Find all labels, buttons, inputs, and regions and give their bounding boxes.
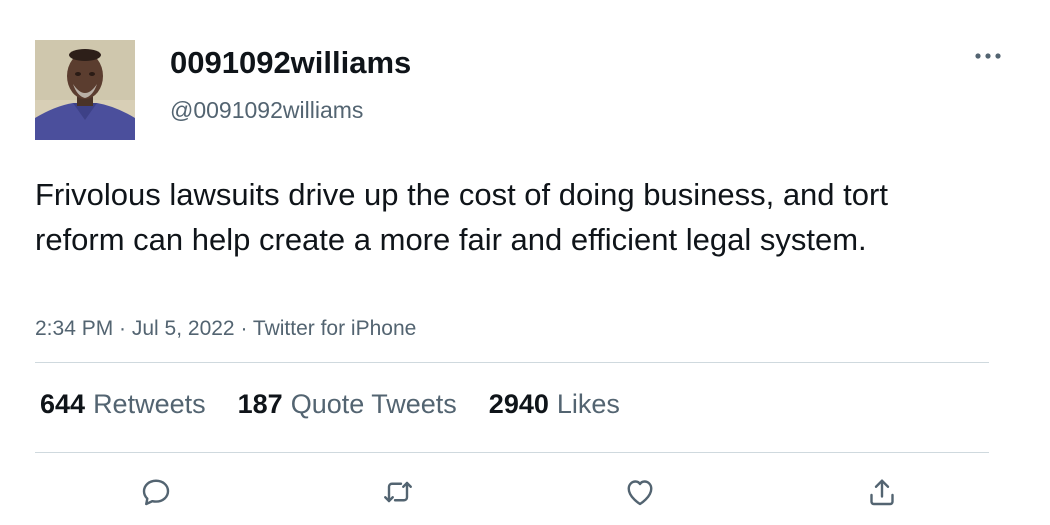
avatar[interactable] <box>35 40 135 140</box>
tweet-card: 0091092williams @0091092williams Frivolo… <box>0 0 1050 525</box>
likes-stat[interactable]: 2940 Likes <box>489 386 620 422</box>
user-handle[interactable]: @0091092williams <box>170 96 363 124</box>
heart-icon <box>627 480 653 506</box>
retweet-button[interactable] <box>376 470 420 514</box>
reply-button[interactable] <box>134 470 178 514</box>
share-icon <box>870 479 894 506</box>
retweets-count: 644 <box>40 389 86 419</box>
retweet-icon <box>384 481 412 503</box>
quote-tweets-label: Quote Tweets <box>290 389 457 419</box>
more-options-button[interactable] <box>968 42 1008 70</box>
quote-tweets-stat[interactable]: 187 Quote Tweets <box>238 386 457 422</box>
tweet-timestamp[interactable]: 2:34 PM · Jul 5, 2022 · Twitter for iPho… <box>35 315 416 343</box>
quote-tweets-count: 187 <box>237 389 283 419</box>
avatar-image <box>35 40 135 140</box>
likes-count: 2940 <box>488 389 549 419</box>
action-bar <box>0 470 1050 520</box>
share-button[interactable] <box>860 470 904 514</box>
reply-icon <box>142 479 170 506</box>
divider <box>35 362 989 363</box>
display-name[interactable]: 0091092williams <box>170 44 411 82</box>
likes-label: Likes <box>556 389 620 419</box>
retweets-stat[interactable]: 644 Retweets <box>40 386 206 422</box>
tweet-stats: 644 Retweets 187 Quote Tweets 2940 Likes <box>40 386 652 422</box>
like-button[interactable] <box>618 470 662 514</box>
divider <box>35 452 989 453</box>
more-horizontal-icon <box>975 53 1001 59</box>
tweet-text: Frivolous lawsuits drive up the cost of … <box>35 177 888 257</box>
retweets-label: Retweets <box>93 389 206 419</box>
